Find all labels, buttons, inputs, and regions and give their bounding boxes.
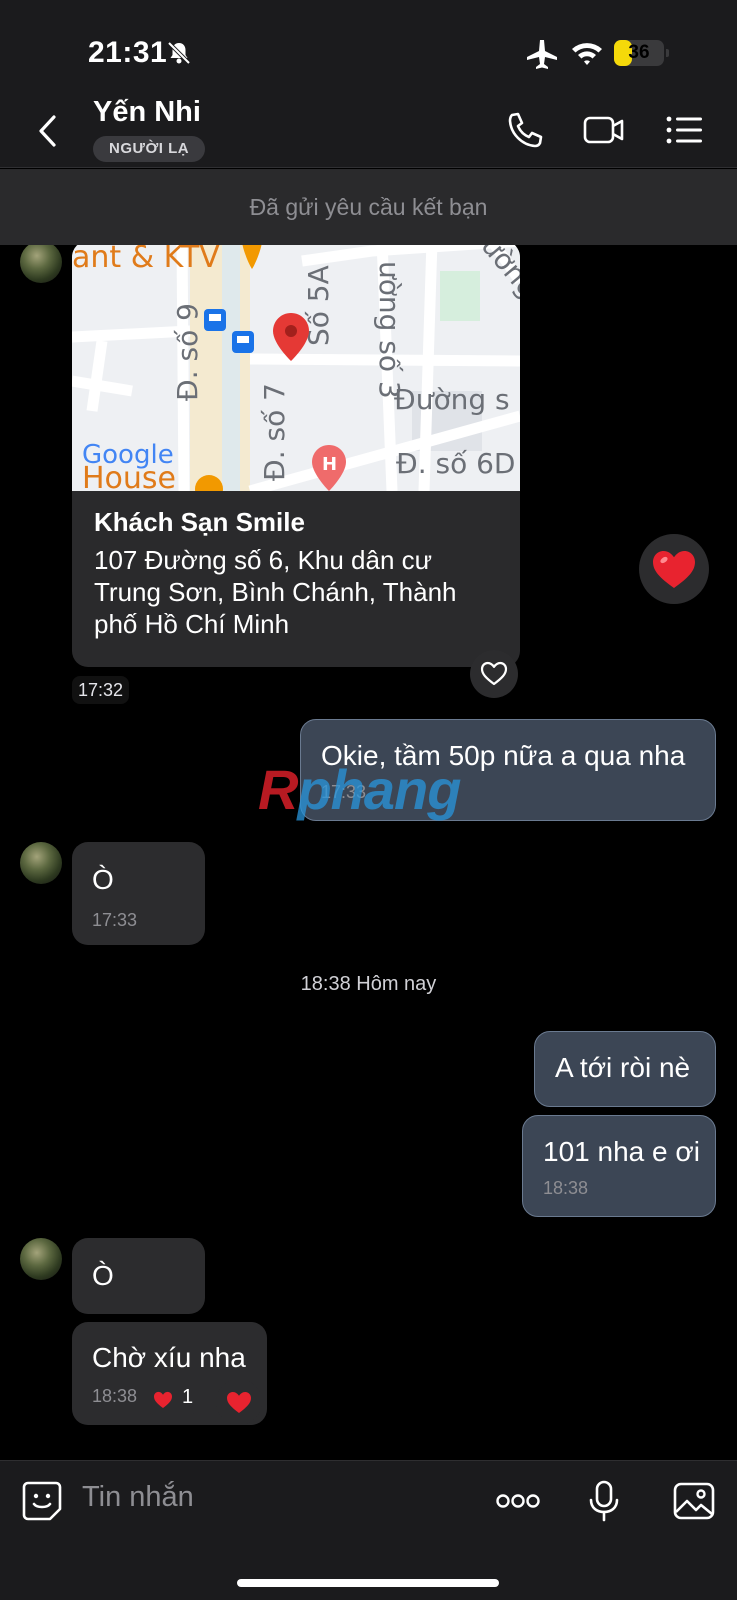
- battery-nub: [666, 49, 669, 57]
- contact-avatar[interactable]: [20, 245, 62, 283]
- more-options-icon[interactable]: [496, 1479, 540, 1523]
- incoming-message-bubble[interactable]: Ò: [72, 1238, 205, 1314]
- map-label-so6d: Đ. số 6D: [396, 447, 516, 480]
- heart-icon: [154, 1391, 172, 1408]
- contact-avatar[interactable]: [20, 842, 62, 884]
- incoming-message-bubble[interactable]: Ò 17:33: [72, 842, 205, 945]
- message-text: Chờ xíu nha: [92, 1342, 246, 1373]
- message-input-bar: Tin nhắn: [0, 1460, 737, 1600]
- status-time: 21:31: [88, 36, 168, 69]
- wifi-icon: [572, 43, 602, 65]
- airplane-mode-icon: [527, 40, 557, 69]
- place-address: 107 Đường số 6, Khu dân cư Trung Sơn, Bì…: [94, 545, 457, 639]
- chat-header: Yến Nhi NGƯỜI LẠ: [0, 92, 737, 168]
- message-text: A tới ròi nè: [555, 1052, 691, 1083]
- message-text: Ò: [92, 1260, 114, 1291]
- video-call-icon[interactable]: [583, 110, 625, 150]
- reaction-count: 1: [182, 1386, 194, 1408]
- heart-quick-react-button[interactable]: [639, 534, 709, 604]
- watermark-logo: Rphang: [258, 757, 461, 822]
- outgoing-message-bubble[interactable]: A tới ròi nè: [534, 1031, 716, 1107]
- stranger-badge: NGƯỜI LẠ: [93, 136, 206, 162]
- battery-percent: 36: [628, 42, 650, 63]
- heart-react-button[interactable]: [216, 1379, 262, 1425]
- image-gallery-icon[interactable]: [672, 1479, 716, 1523]
- bell-muted-icon: [167, 41, 191, 65]
- place-title: Khách Sạn Smile: [94, 507, 305, 537]
- reaction-summary[interactable]: 1: [142, 1382, 202, 1416]
- message-text: 101 nha e ơi: [543, 1136, 700, 1167]
- heart-outline-react-button[interactable]: [470, 650, 518, 698]
- status-bar: 21:31 36: [0, 0, 737, 92]
- map-label-so9: Đ. số 9: [171, 303, 204, 401]
- google-logo: Google: [82, 440, 174, 470]
- contact-name[interactable]: Yến Nhi: [93, 96, 201, 129]
- friend-request-notice: Đã gửi yêu cầu kết bạn: [0, 169, 737, 245]
- message-text: Ò: [92, 864, 114, 895]
- map-label-duong: Đường s: [394, 383, 510, 416]
- back-arrow-icon[interactable]: [36, 114, 60, 148]
- chat-area[interactable]: ant & KTV Đ. số 9 Số 5A ường số 3 Đường …: [0, 245, 737, 1460]
- map-label-so7: Đ. số 7: [258, 383, 291, 481]
- place-details: Khách Sạn Smile 107 Đường số 6, Khu dân …: [94, 507, 504, 640]
- watermark-r: R: [258, 758, 298, 821]
- watermark-text: phang: [297, 758, 461, 821]
- outgoing-message-bubble[interactable]: 101 nha e ơi 18:38: [522, 1115, 716, 1217]
- heart-icon: [227, 1392, 251, 1413]
- contact-avatar[interactable]: [20, 1238, 62, 1280]
- home-indicator[interactable]: [237, 1579, 499, 1587]
- message-input[interactable]: Tin nhắn: [82, 1481, 194, 1514]
- location-card[interactable]: ant & KTV Đ. số 9 Số 5A ường số 3 Đường …: [72, 245, 520, 667]
- map-preview[interactable]: ant & KTV Đ. số 9 Số 5A ường số 3 Đường …: [72, 245, 520, 491]
- phone-call-icon[interactable]: [504, 110, 546, 150]
- svg-text:H: H: [322, 454, 337, 475]
- message-time: 18:38: [543, 1178, 589, 1198]
- location-message-time: 17:32: [72, 676, 130, 704]
- map-label-so3: ường số 3: [373, 261, 406, 399]
- microphone-icon[interactable]: [582, 1479, 626, 1523]
- battery-indicator: 36: [614, 40, 669, 66]
- sticker-icon[interactable]: [20, 1479, 64, 1523]
- menu-list-icon[interactable]: [664, 110, 706, 150]
- message-time: 17:33: [92, 910, 138, 930]
- date-divider: 18:38 Hôm nay: [300, 973, 437, 995]
- map-label-ktv: ant & KTV: [72, 245, 220, 275]
- heart-icon: [653, 551, 695, 588]
